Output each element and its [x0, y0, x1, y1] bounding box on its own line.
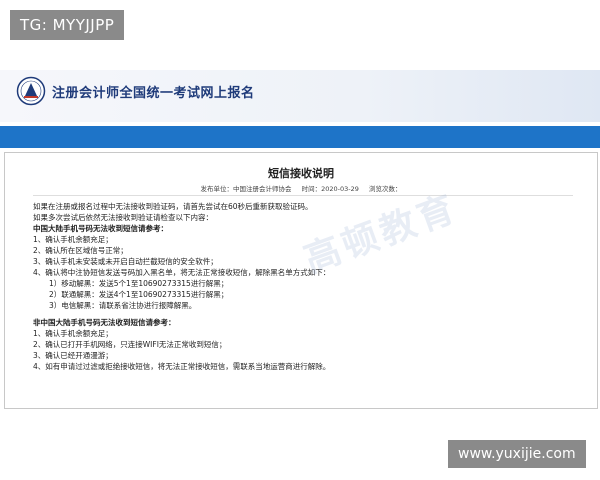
article-panel: 短信接收说明 发布单位：中国注册会计师协会 时间：2020-03-29 浏览次数…	[4, 152, 598, 409]
body-line: 3）电信解黑：请联系省注协进行报障解黑。	[49, 301, 197, 310]
body-line: 如果在注册或报名过程中无法接收到验证码，请首先尝试在60秒后重新获取验证码。	[33, 202, 313, 211]
nav-bar	[0, 126, 600, 148]
site-title[interactable]: 注册会计师全国统一考试网上报名	[52, 82, 255, 101]
body-line: 1、确认手机余额充足；	[33, 329, 113, 338]
body-line: 如果多次尝试后依然无法接收到验证请检查以下内容：	[33, 213, 213, 222]
cicpa-logo-icon	[16, 76, 46, 106]
site-url-tag: www.yuxijie.com	[448, 440, 586, 468]
divider	[33, 195, 573, 196]
body-line: 2）联通解黑：发送4个1至10690273315进行解黑；	[49, 290, 229, 299]
meta-time: 时间：2020-03-29	[301, 185, 359, 193]
body-line: 2、确认已打开手机网络，只连接WIFI无法正常收到短信；	[33, 340, 227, 349]
tg-tag: TG: MYYJJPP	[10, 10, 125, 40]
meta-views: 浏览次数：	[368, 185, 402, 193]
article-title: 短信接收说明	[268, 167, 334, 180]
section-heading-overseas: 非中国大陆手机号码无法收到短信请参考：	[33, 318, 176, 327]
body-line: 4、如有申请过过滤或拒绝接收短信，将无法正常接收短信，需联系当地运营商进行解除。	[33, 362, 331, 371]
article-meta: 发布单位：中国注册会计师协会 时间：2020-03-29 浏览次数：	[5, 183, 597, 193]
body-line: 3、确认已经开通漫游；	[33, 351, 113, 360]
meta-publisher: 发布单位：中国注册会计师协会	[200, 185, 292, 193]
site-header: 注册会计师全国统一考试网上报名	[0, 70, 600, 122]
